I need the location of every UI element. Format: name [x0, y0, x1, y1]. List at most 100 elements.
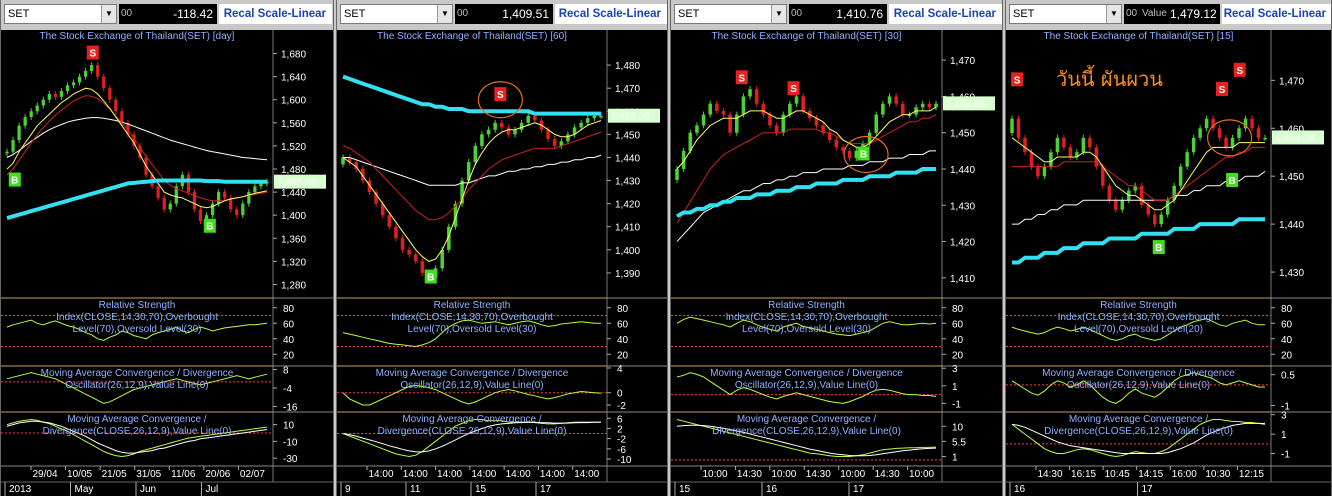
chart-area[interactable]: The Stock Exchange of Thailand(SET) [day…: [1, 30, 333, 496]
candle: [675, 169, 679, 180]
symbol-value: SET: [8, 8, 30, 20]
x-tick-label: 14:00: [506, 469, 531, 480]
candle: [599, 115, 603, 118]
candle: [223, 192, 227, 198]
y-tick-label: 60: [1281, 319, 1293, 330]
candle: [1016, 118, 1021, 138]
candle: [1204, 118, 1209, 129]
x-tick-label: 21/05: [102, 469, 127, 480]
value-prefix: 00: [1124, 4, 1140, 24]
candle: [102, 76, 106, 89]
y-tick-label: 1,440: [950, 165, 975, 176]
signal-label: S: [1219, 85, 1226, 96]
candle: [1068, 147, 1073, 158]
signal-label: B: [427, 273, 434, 284]
candle: [748, 89, 752, 97]
chevron-down-icon[interactable]: ▼: [1106, 5, 1121, 23]
indicator-title: Moving Average Convergence /Divergence(C…: [712, 414, 901, 437]
candle: [701, 114, 706, 126]
recal-scale-button[interactable]: Recal Scale-Linear: [1222, 4, 1331, 24]
recal-scale-button[interactable]: Recal Scale-Linear: [219, 4, 332, 24]
candle: [874, 114, 879, 133]
candle: [65, 85, 70, 92]
recal-scale-button[interactable]: Recal Scale-Linear: [889, 4, 1002, 24]
symbol-select[interactable]: SET ▼: [340, 4, 453, 24]
candle: [754, 89, 759, 104]
signal-label: B: [11, 176, 18, 187]
chevron-down-icon[interactable]: ▼: [437, 5, 452, 23]
y-tick-label: 40: [617, 335, 629, 346]
candle: [486, 129, 491, 135]
candle: [579, 122, 583, 128]
candle: [407, 249, 411, 255]
x-tick-label-secondary: 15: [679, 484, 691, 495]
chart-area[interactable]: The Stock Exchange of Thailand(SET) [60]…: [337, 30, 667, 496]
candle: [420, 261, 425, 273]
y-tick-label: 5.5: [952, 437, 966, 448]
candle: [1023, 137, 1027, 153]
candle: [887, 96, 892, 104]
candle: [920, 103, 925, 108]
indicator-title-line: Index(CLOSE,14,30,70),Overbought: [1058, 312, 1220, 323]
candle: [499, 122, 504, 128]
candle: [1114, 200, 1118, 210]
candle: [156, 186, 160, 198]
chart-area[interactable]: The Stock Exchange of Thailand(SET) [30]…: [671, 30, 1002, 496]
candle: [1159, 214, 1163, 225]
indicator-title-line: Divergence(CLOSE,26,12,9),Value Line(0): [378, 426, 567, 437]
candle: [1042, 166, 1047, 177]
value-readout: 1,409.51: [473, 4, 553, 24]
symbol-value: SET: [344, 8, 366, 20]
candle: [774, 125, 779, 133]
panel-toolbar: SET ▼ 00 Value 1,479.12 Recal Scale-Linea…: [1006, 0, 1331, 30]
recal-scale-button[interactable]: Recal Scale-Linear: [555, 4, 667, 24]
x-tick-label-secondary: May: [75, 484, 94, 495]
symbol-select[interactable]: SET ▼: [1009, 4, 1122, 24]
value-prefix: 00: [455, 4, 473, 24]
x-tick-label: 14:30: [1037, 469, 1062, 480]
last-price-label: 1,458.08: [1275, 133, 1314, 144]
chart-panel-day: SET ▼ 00 -118.42 Recal Scale-Linear The S…: [0, 0, 334, 496]
candle: [592, 115, 597, 119]
indicator-title-line: Divergence(CLOSE,26,12,9),Value Line(0): [712, 426, 901, 437]
chevron-down-icon[interactable]: ▼: [101, 5, 116, 23]
x-axis-band: [1006, 482, 1331, 496]
chart-panel-30: SET ▼ 00 1,410.76 Recal Scale-Linear The …: [670, 0, 1003, 496]
y-tick-label: 1: [952, 382, 958, 393]
x-tick-label: 14:15: [1138, 469, 1163, 480]
candle: [394, 226, 398, 239]
chart-title: The Stock Exchange of Thailand(SET) [15]: [1044, 31, 1234, 42]
indicator-title-line: Index(CLOSE,14,30,70),Overbought: [391, 312, 553, 323]
candle: [480, 134, 484, 146]
y-tick-label: 1,560: [281, 119, 306, 130]
candle: [1217, 128, 1222, 138]
candle: [59, 91, 64, 97]
x-tick-label: 10:00: [840, 469, 865, 480]
symbol-select[interactable]: SET ▼: [674, 4, 787, 24]
candle: [168, 203, 172, 210]
candle: [41, 99, 45, 106]
candle: [715, 103, 719, 111]
y-tick-label: 20: [283, 350, 295, 361]
candle: [894, 96, 898, 104]
y-tick-label: -2: [617, 401, 626, 412]
candle: [1185, 152, 1189, 167]
candle: [71, 82, 76, 86]
chevron-down-icon[interactable]: ▼: [771, 5, 786, 23]
candle: [1165, 200, 1170, 215]
y-tick-label: 1,440: [615, 153, 640, 164]
candle: [96, 65, 100, 77]
y-tick-label: 8: [283, 366, 289, 377]
chart-area[interactable]: The Stock Exchange of Thailand(SET) [15]…: [1006, 30, 1331, 496]
candle: [5, 151, 9, 154]
value-readout: 1,479.12: [1170, 4, 1220, 24]
candle: [114, 99, 118, 112]
y-tick-label: 1,470: [1279, 76, 1304, 87]
y-tick-label: -10: [283, 437, 298, 448]
y-tick-label: 80: [1281, 304, 1293, 315]
y-tick-label: 1,430: [1279, 268, 1304, 279]
candle: [1152, 214, 1157, 225]
y-tick-label: 1,450: [1279, 172, 1304, 183]
signal-label: B: [860, 149, 867, 160]
symbol-select[interactable]: SET ▼: [4, 4, 117, 24]
